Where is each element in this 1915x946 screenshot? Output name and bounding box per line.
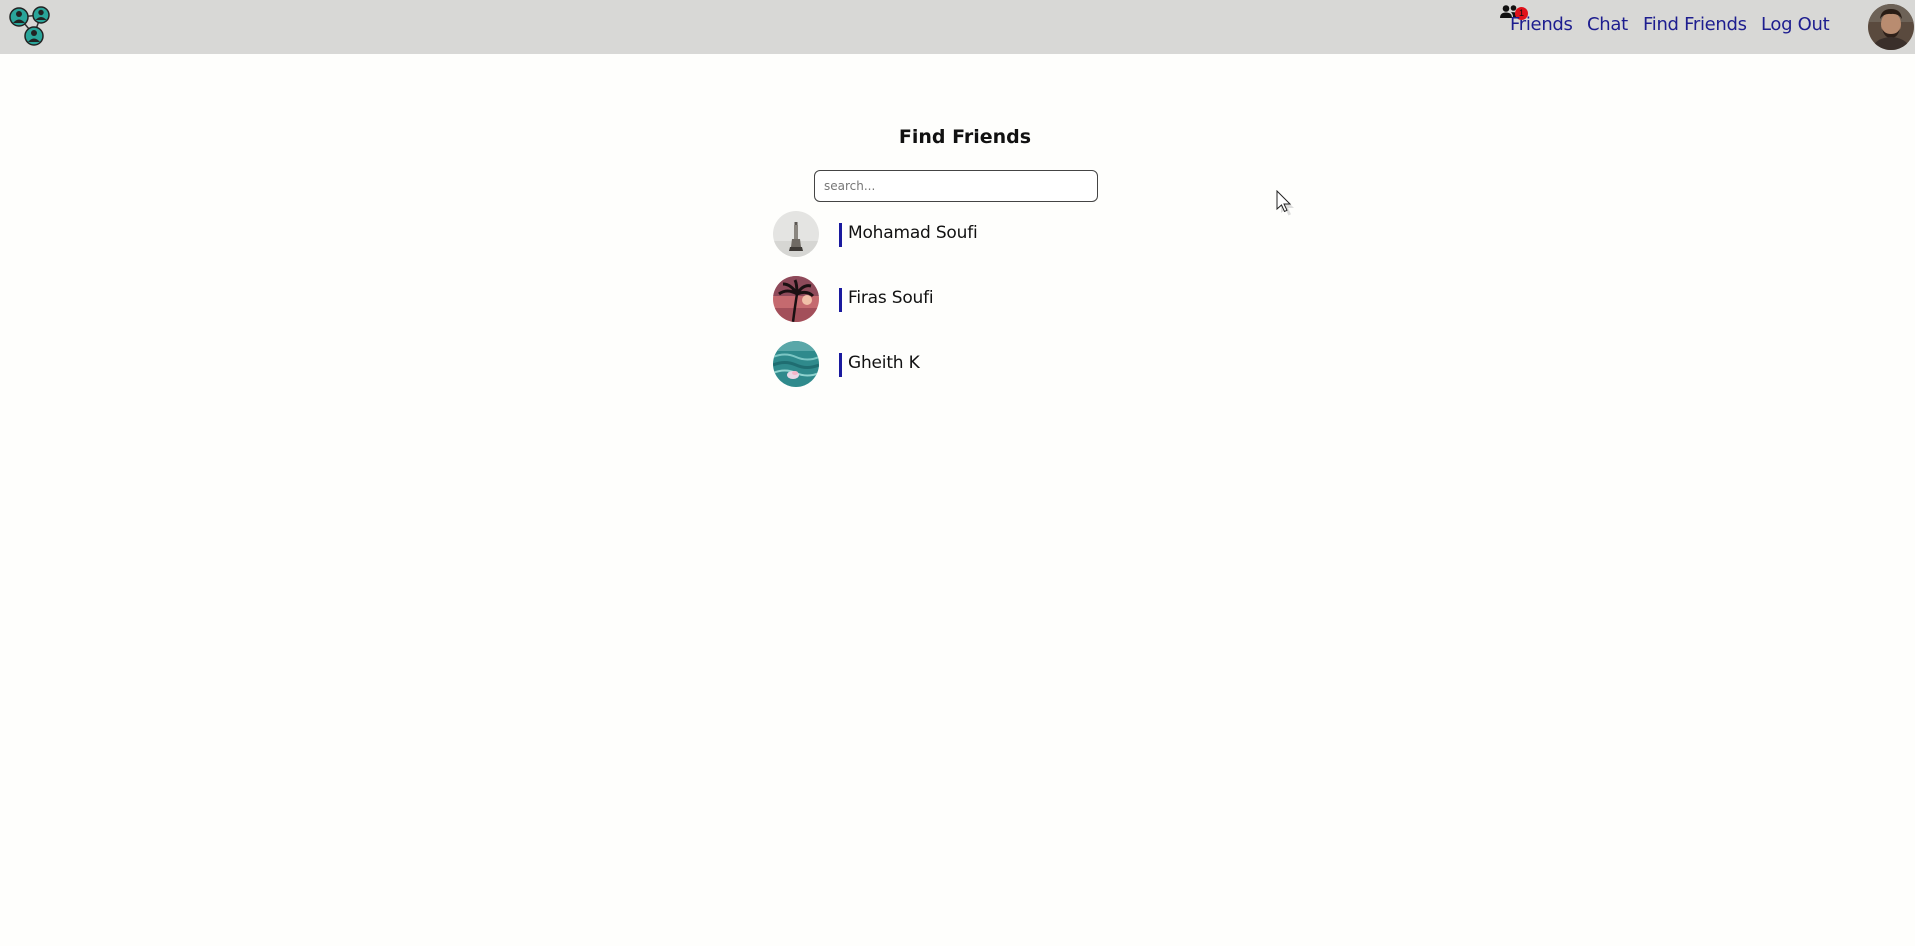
user-name: Mohamad Soufi (848, 223, 978, 243)
user-name-accent-bar (839, 223, 842, 247)
user-avatar (773, 276, 819, 322)
mouse-cursor-icon (1276, 189, 1296, 216)
network-people-logo-icon[interactable] (8, 5, 52, 47)
profile-avatar[interactable] (1868, 4, 1914, 50)
user-name-accent-bar (839, 353, 842, 377)
user-avatar (773, 341, 819, 387)
user-list-item[interactable]: Gheith K (773, 341, 1073, 387)
nav-link-chat[interactable]: Chat (1587, 14, 1628, 35)
user-name: Gheith K (848, 353, 920, 373)
user-list-item[interactable]: Mohamad Soufi (773, 211, 1073, 257)
user-list-item[interactable]: Firas Soufi (773, 276, 1073, 322)
page-title: Find Friends (898, 126, 1032, 148)
nav-link-friends[interactable]: Friends (1510, 14, 1573, 35)
user-name: Firas Soufi (848, 288, 934, 308)
top-navbar: 1 Friends Chat Find Friends Log Out (0, 0, 1915, 54)
user-avatar (773, 211, 819, 257)
nav-link-find-friends[interactable]: Find Friends (1643, 14, 1747, 35)
user-name-accent-bar (839, 288, 842, 312)
search-input[interactable] (814, 170, 1098, 202)
nav-link-log-out[interactable]: Log Out (1761, 14, 1830, 35)
